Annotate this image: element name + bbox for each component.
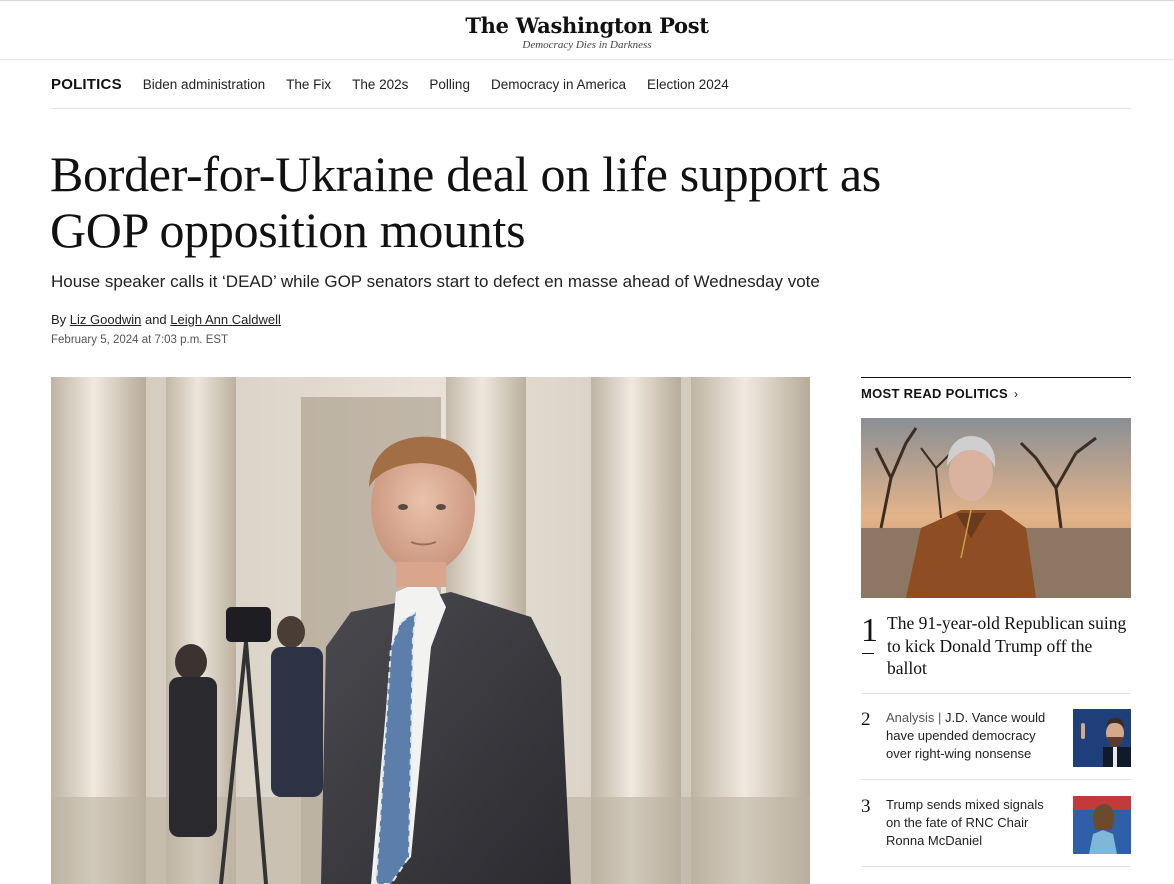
- site-logo[interactable]: The Washington Post: [0, 13, 1174, 39]
- most-read-featured-photo[interactable]: [861, 418, 1131, 598]
- most-read-item-3[interactable]: 3 Trump sends mixed signals on the fate …: [861, 781, 1131, 867]
- rank-underline: [862, 653, 874, 654]
- most-read-title: MOST READ POLITICS: [861, 386, 1008, 401]
- rank-number: 1: [861, 612, 878, 649]
- hero-photo[interactable]: [51, 377, 810, 884]
- thumbnail-illustration: [1073, 709, 1131, 767]
- most-read-headline: Analysis | J.D. Vance would have upended…: [886, 709, 1058, 763]
- article-subheadline: House speaker calls it ‘DEAD’ while GOP …: [51, 272, 820, 291]
- rank-number: 3: [861, 796, 871, 817]
- most-read-item-1[interactable]: 1 The 91-year-old Republican suing to ki…: [861, 610, 1131, 694]
- thumbnail-illustration: [1073, 796, 1131, 854]
- most-read-item-2[interactable]: 2 Analysis | J.D. Vance would have upend…: [861, 694, 1131, 780]
- nav-link-the-202s[interactable]: The 202s: [352, 77, 408, 92]
- section-nav: POLITICS Biden administration The Fix Th…: [51, 60, 1131, 109]
- site-tagline: Democracy Dies in Darkness: [522, 39, 652, 51]
- nav-link-polling[interactable]: Polling: [429, 77, 470, 92]
- nav-link-biden-administration[interactable]: Biden administration: [143, 77, 265, 92]
- author-link-liz-goodwin[interactable]: Liz Goodwin: [70, 312, 142, 327]
- chevron-right-icon: ›: [1013, 387, 1019, 401]
- nav-link-democracy-in-america[interactable]: Democracy in America: [491, 77, 626, 92]
- thumbnail-image: [1073, 709, 1131, 767]
- most-read-heading[interactable]: MOST READ POLITICS ›: [861, 386, 1018, 401]
- rank-number: 2: [861, 709, 871, 730]
- featured-photo-illustration: [861, 418, 1131, 598]
- masthead: The Washington Post Democracy Dies in Da…: [0, 13, 1174, 51]
- analysis-label: Analysis |: [886, 710, 946, 725]
- thumbnail-image: [1073, 796, 1131, 854]
- byline-and: and: [144, 312, 167, 327]
- article-timestamp: February 5, 2024 at 7:03 p.m. EST: [51, 334, 229, 346]
- author-link-leigh-ann-caldwell[interactable]: Leigh Ann Caldwell: [170, 312, 281, 327]
- hero-photo-illustration: [51, 377, 810, 884]
- article-byline: By Liz Goodwin and Leigh Ann Caldwell: [51, 312, 281, 327]
- nav-link-the-fix[interactable]: The Fix: [286, 77, 331, 92]
- byline-prefix: By: [51, 312, 67, 327]
- most-read-headline: The 91-year-old Republican suing to kick…: [887, 613, 1127, 678]
- top-bar: The Washington Post Democracy Dies in Da…: [0, 0, 1174, 60]
- sidebar-divider: [861, 377, 1131, 378]
- most-read-headline: Trump sends mixed signals on the fate of…: [886, 797, 1044, 848]
- nav-link-election-2024[interactable]: Election 2024: [647, 77, 729, 92]
- article-headline: Border-for-Ukraine deal on life support …: [50, 146, 881, 258]
- section-name-politics[interactable]: POLITICS: [51, 76, 122, 93]
